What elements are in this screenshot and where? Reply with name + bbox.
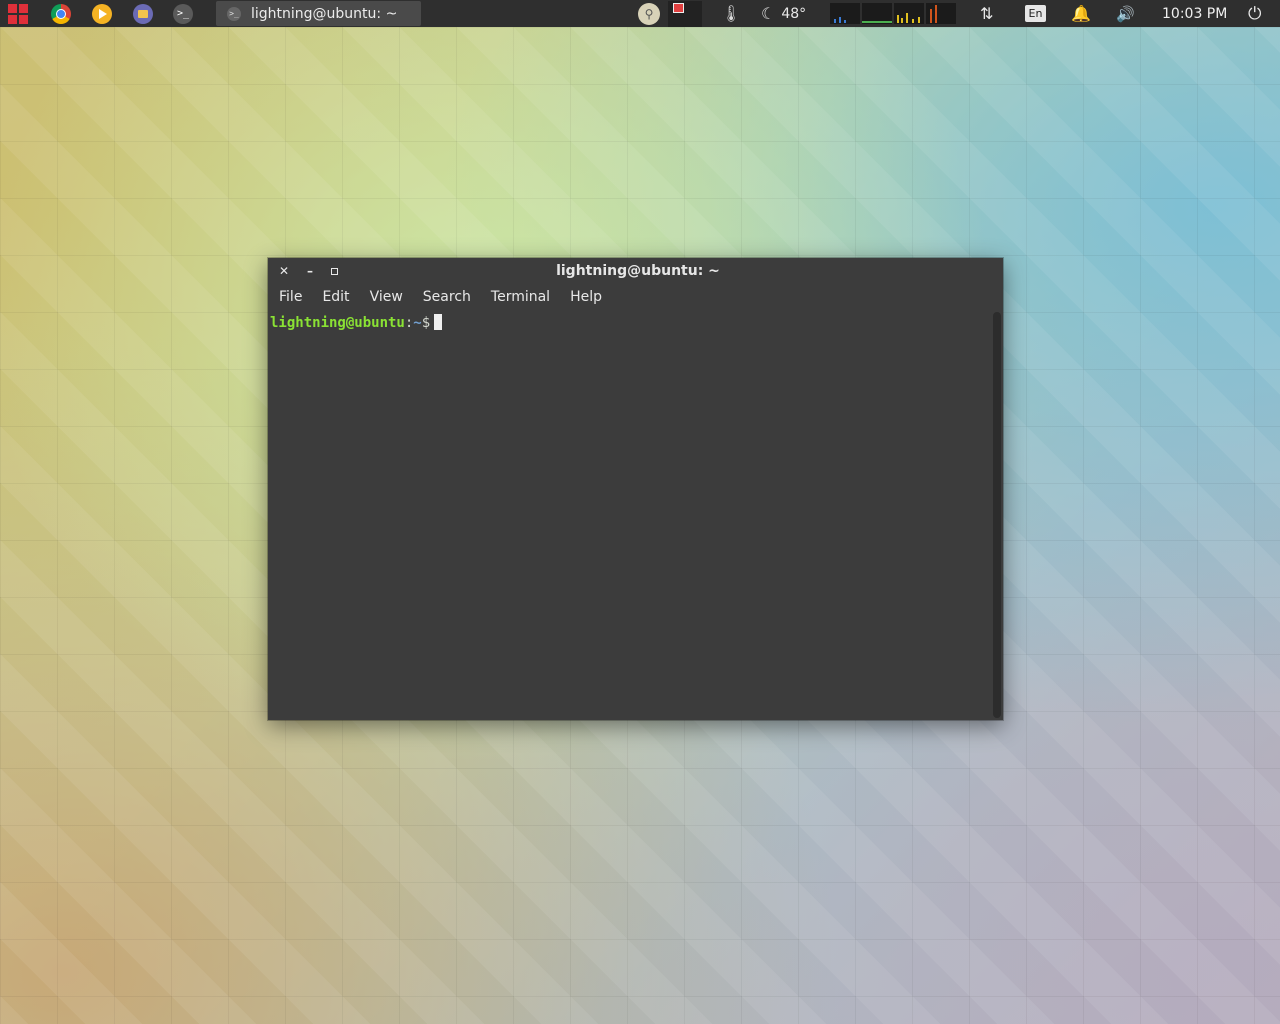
keyboard-layout-indicator[interactable]: En [1025, 0, 1046, 27]
menu-edit[interactable]: Edit [312, 284, 359, 310]
network-icon[interactable]: ⇅ [980, 0, 993, 27]
volume-icon[interactable]: 🔊 [1116, 0, 1135, 27]
terminal-icon: >_ [227, 6, 241, 21]
disk-graph [926, 3, 956, 24]
minimize-icon[interactable]: – [302, 263, 318, 279]
menu-terminal[interactable]: Terminal [481, 284, 560, 310]
notification-bell-icon[interactable]: 🔔 [1071, 0, 1091, 27]
chrome-icon[interactable] [50, 3, 72, 25]
screen-recorder-icon[interactable] [668, 0, 702, 27]
menu-search[interactable]: Search [413, 284, 481, 310]
app-grid-icon[interactable] [7, 3, 29, 25]
system-monitor-graph[interactable] [830, 3, 956, 24]
window-title: lightning@ubuntu: ~ [556, 263, 720, 279]
menu-help[interactable]: Help [560, 284, 612, 310]
network-graph [894, 3, 924, 24]
terminal-output[interactable]: lightning@ubuntu:~$ [268, 312, 992, 718]
taskbar-item-label: lightning@ubuntu: ~ [251, 5, 398, 22]
close-icon[interactable]: ✕ [276, 263, 292, 279]
menu-view[interactable]: View [360, 284, 413, 310]
text-cursor [434, 314, 443, 330]
terminal-window: ✕ – lightning@ubuntu: ~ File Edit View S… [268, 258, 1003, 720]
shell-prompt: lightning@ubuntu:~$ [270, 314, 443, 332]
menu-file[interactable]: File [268, 284, 312, 310]
weather-indicator[interactable]: ☾ 48° [761, 0, 806, 27]
top-panel: >_ >_ lightning@ubuntu: ~ ⚲ 🌡 ☾ 48° ⇅ En… [0, 0, 1280, 27]
weather-temperature: 48° [781, 5, 807, 22]
scrollbar[interactable] [993, 312, 1001, 718]
clock[interactable]: 10:03 PM [1162, 0, 1227, 27]
taskbar-item-terminal[interactable]: >_ lightning@ubuntu: ~ [216, 1, 421, 26]
files-icon[interactable] [132, 3, 154, 25]
moon-icon: ☾ [761, 4, 776, 23]
play-icon[interactable] [91, 3, 113, 25]
thermometer-icon[interactable]: 🌡 [721, 0, 741, 27]
cpu-graph [830, 3, 860, 24]
terminal-icon[interactable]: >_ [172, 3, 194, 25]
prompt-path: ~ [413, 315, 422, 331]
window-titlebar[interactable]: ✕ – lightning@ubuntu: ~ [268, 258, 1003, 284]
prompt-user-host: lightning@ubuntu [270, 315, 405, 331]
search-icon[interactable]: ⚲ [638, 0, 660, 27]
maximize-icon[interactable] [326, 263, 342, 279]
menu-bar: File Edit View Search Terminal Help [268, 284, 1003, 310]
memory-graph [862, 3, 892, 24]
prompt-symbol: $ [421, 315, 431, 331]
power-icon[interactable]: ⏻ [1248, 0, 1261, 27]
